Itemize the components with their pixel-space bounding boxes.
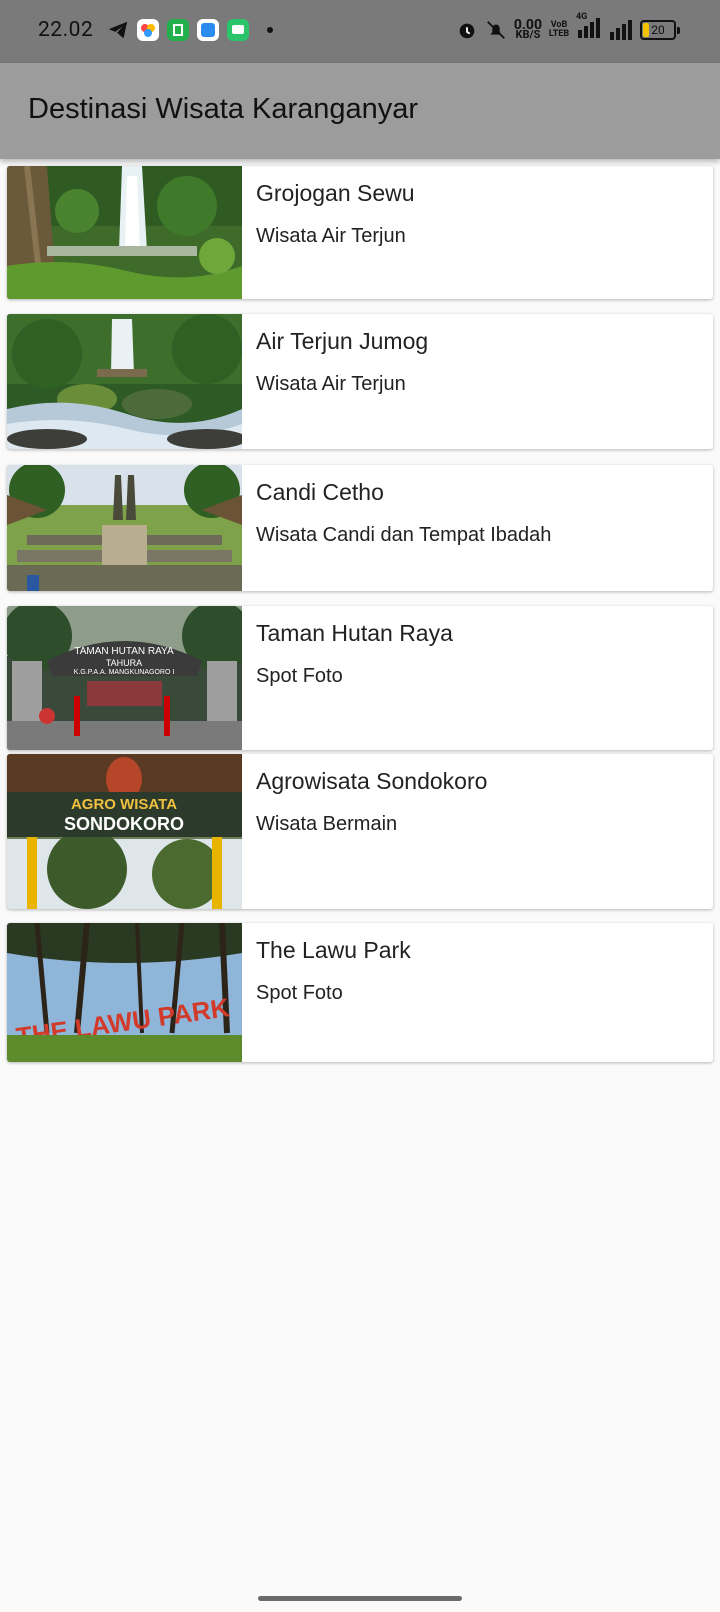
volte-indicator: VoB LTEB (548, 20, 570, 39)
status-bar: 22.02 0.00 KB/S VoB LTEB 4G 20 (0, 0, 720, 63)
list-item[interactable]: TAMAN HUTAN RAYA TAHURA K.G.P.A.A. MANGK… (7, 606, 713, 750)
list-item[interactable]: Candi Cetho Wisata Candi dan Tempat Ibad… (7, 465, 713, 591)
list-item[interactable]: Grojogan Sewu Wisata Air Terjun (7, 166, 713, 299)
destination-category: Wisata Candi dan Tempat Ibadah (256, 524, 552, 546)
messages-icon (227, 19, 249, 41)
list-item[interactable]: AGRO WISATA SONDOKORO Agrowisata Sondoko… (7, 754, 713, 909)
home-indicator[interactable] (258, 1596, 462, 1601)
list-item[interactable]: Air Terjun Jumog Wisata Air Terjun (7, 314, 713, 449)
more-notifications-icon (267, 27, 273, 33)
destination-category: Spot Foto (256, 665, 343, 687)
destination-name: Grojogan Sewu (256, 180, 415, 206)
waterfall-photo (7, 166, 242, 299)
destination-name: Candi Cetho (256, 479, 384, 505)
destination-category: Wisata Bermain (256, 813, 398, 835)
park-sign-photo: THE LAWU PARK (7, 923, 242, 1062)
notification-icons (107, 19, 273, 41)
page-title: Destinasi Wisata Karanganyar (28, 93, 419, 125)
alarm-icon (459, 23, 475, 39)
agro-sign-photo: AGRO WISATA SONDOKORO (7, 754, 242, 909)
destination-category: Wisata Air Terjun (256, 373, 406, 395)
destination-name: Taman Hutan Raya (256, 620, 453, 646)
temple-photo (7, 465, 242, 591)
status-time: 22.02 (38, 18, 94, 42)
photos-icon (137, 19, 159, 41)
agro-sign-main-text: SONDOKORO (64, 814, 184, 834)
battery-icon: 20 (640, 20, 676, 40)
app-bar: Destinasi Wisata Karanganyar (0, 63, 720, 159)
gate-sign-subtext: TAHURA (106, 658, 142, 668)
browser-icon (197, 19, 219, 41)
telegram-icon (108, 21, 128, 39)
list-item[interactable]: THE LAWU PARK The Lawu Park Spot Foto (7, 923, 713, 1062)
waterfall-photo (7, 314, 242, 449)
forest-gate-photo: TAMAN HUTAN RAYA TAHURA K.G.P.A.A. MANGK… (7, 606, 242, 750)
destination-category: Wisata Air Terjun (256, 225, 406, 247)
destination-name: The Lawu Park (256, 937, 411, 963)
gate-sign-subtext2: K.G.P.A.A. MANGKUNAGORO I (74, 669, 175, 676)
system-icons: 0.00 KB/S VoB LTEB 4G 20 (456, 12, 680, 42)
agro-sign-top-text: AGRO WISATA (71, 796, 177, 813)
network-speed: 0.00 KB/S (513, 17, 542, 41)
battery-cap (677, 26, 680, 34)
destination-name: Agrowisata Sondokoro (256, 768, 488, 794)
store-icon (167, 19, 189, 41)
destination-name: Air Terjun Jumog (256, 328, 429, 354)
destination-category: Spot Foto (256, 982, 343, 1004)
signal-icon (610, 20, 632, 40)
mute-icon (486, 21, 505, 39)
signal-4g-icon: 4G (576, 12, 602, 42)
gate-sign-text: TAMAN HUTAN RAYA (74, 646, 174, 657)
